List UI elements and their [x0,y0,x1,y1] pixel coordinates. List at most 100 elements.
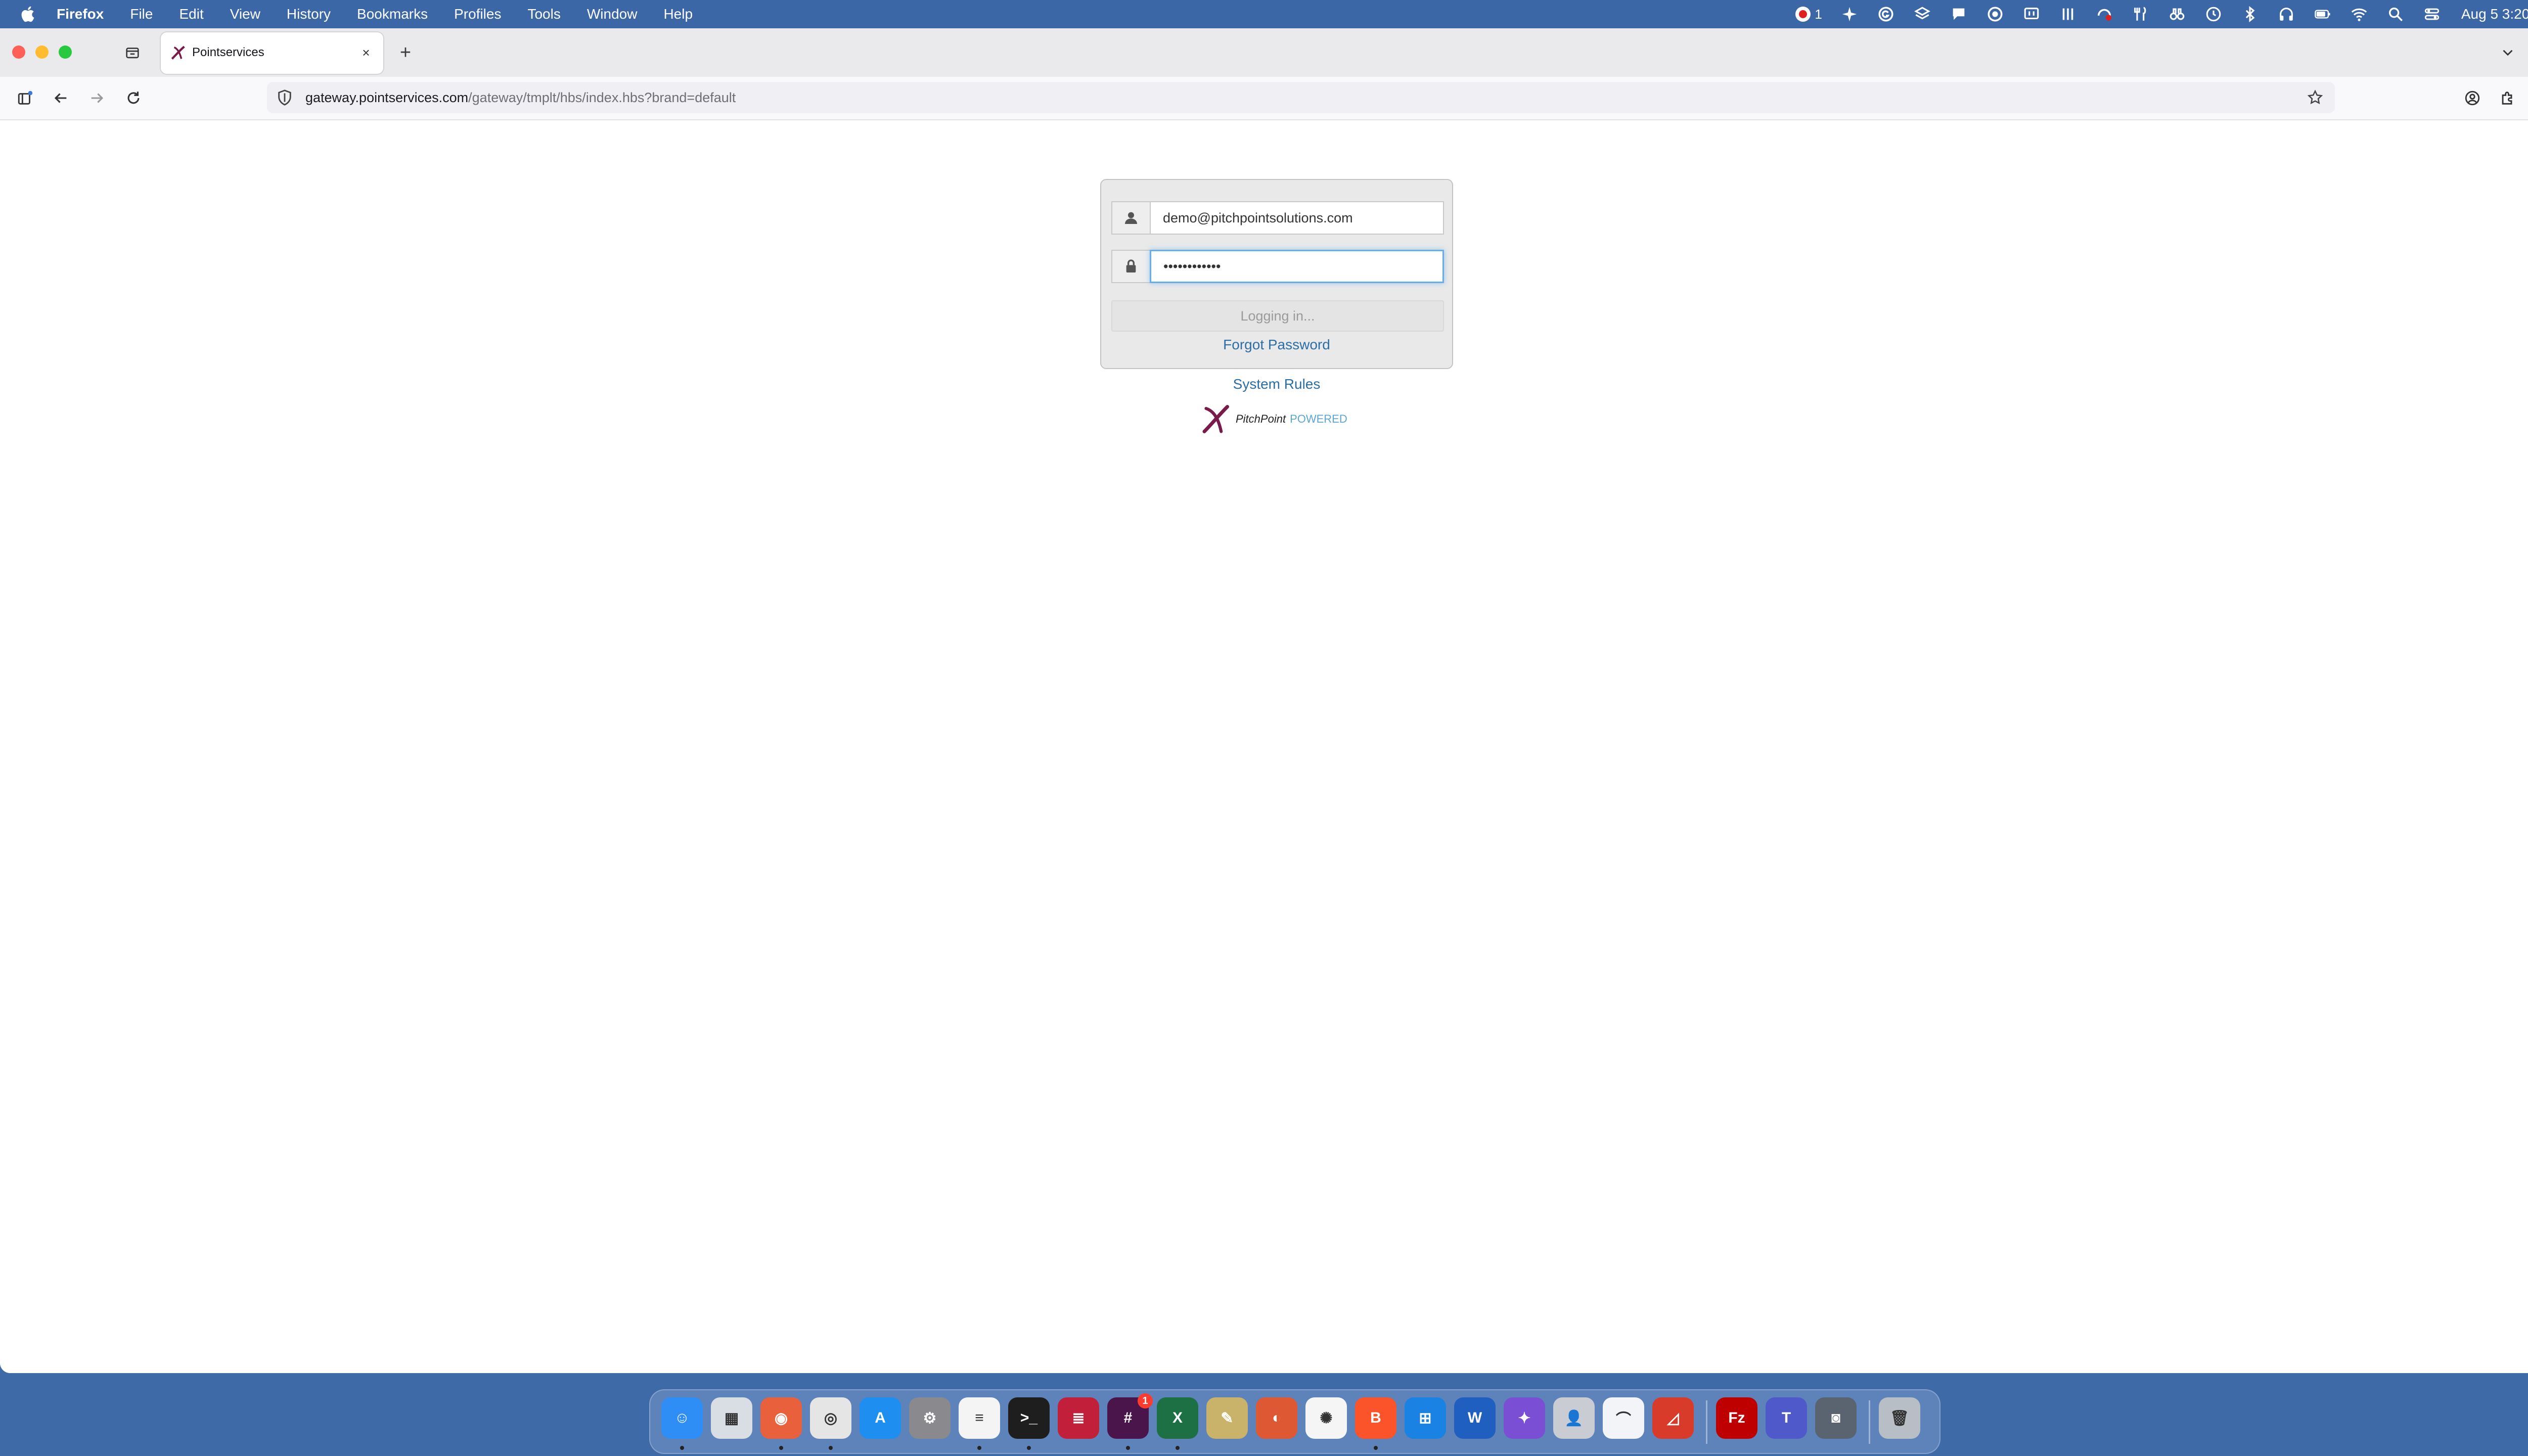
menu-bar-clock[interactable]: Aug 5 3:20:46 PM [2461,6,2528,22]
tab-title: Pointservices [192,46,264,59]
windows-app-icon[interactable]: ⊞ [1405,1397,1446,1439]
layers-icon[interactable] [1913,5,1931,23]
running-indicator [680,1446,684,1450]
extensions-puzzle-icon[interactable] [2496,86,2520,110]
notification-badge: 1 [1138,1393,1153,1408]
window-minimize-button[interactable] [35,46,49,59]
disk-utility-icon[interactable]: ◙ [1815,1397,1857,1439]
menu-window[interactable]: Window [587,6,638,22]
slack-icon[interactable]: #1 [1107,1393,1153,1439]
brave-icon[interactable]: B [1355,1397,1396,1439]
running-indicator [977,1446,981,1450]
window-close-button[interactable] [12,46,25,59]
password-field-group [1111,250,1444,283]
grammarly-icon[interactable] [1877,5,1895,23]
launchpad-icon[interactable]: ▦ [711,1397,752,1439]
fork-knife-icon[interactable] [2132,5,2150,23]
password-field[interactable] [1150,250,1444,283]
app-store-icon[interactable]: A [860,1397,901,1439]
user-icon [1111,201,1150,235]
notes-icon[interactable]: ≡ [959,1397,1000,1439]
chrome-icon[interactable]: ◎ [810,1397,851,1439]
url-host: gateway.pointservices.com [305,90,469,105]
duckduckgo-icon[interactable]: ◐ [1256,1397,1297,1439]
menu-help[interactable]: Help [663,6,693,22]
database-icon[interactable]: ≣ [1058,1397,1099,1439]
recording-count: 1 [1815,6,1822,22]
system-settings-icon[interactable]: ⚙ [909,1397,951,1439]
url-text[interactable]: gateway.pointservices.com/gateway/tmplt/… [305,90,736,106]
dock: ☺ ▦ ◉ ◎ A ⚙ ≡ >_ ≣ #1 X ✎ ◐ ✺ B ⊞ W ✦ 👤 ⌒ ◿ Fz T ◙ 🗑 [649,1389,1940,1454]
pitchpoint-powered-logo: PitchPoint POWERED [1197,401,1347,437]
wifi-icon[interactable] [2350,5,2368,23]
forward-arrow-icon[interactable] [85,86,109,110]
target-circle-icon[interactable] [1986,5,2004,23]
sidebar-toggle-icon[interactable] [13,86,37,110]
pitchpoint-logo-icon [1202,405,1229,433]
menu-profiles[interactable]: Profiles [454,6,501,22]
tab-pointservices[interactable]: Pointservices × [161,32,383,74]
nordvpn-icon[interactable]: ⌒ [1603,1397,1644,1439]
chatgpt-icon[interactable]: ✺ [1305,1397,1347,1439]
email-field[interactable] [1150,201,1444,235]
script-editor-icon[interactable]: ✎ [1206,1397,1248,1439]
navigation-toolbar: gateway.pointservices.com/gateway/tmplt/… [0,77,2528,120]
headphones-icon[interactable] [2277,5,2295,23]
bookmark-star-icon[interactable] [2307,89,2324,106]
back-arrow-icon[interactable] [49,86,73,110]
reload-icon[interactable] [121,86,146,110]
window-zoom-button[interactable] [59,46,72,59]
list-all-tabs-icon[interactable] [2496,40,2520,65]
new-tab-button[interactable]: + [393,40,418,65]
contacts-icon[interactable]: 👤 [1553,1397,1595,1439]
word-icon[interactable]: W [1454,1397,1496,1439]
forgot-password-link[interactable]: Forgot Password [1101,337,1452,353]
filezilla-icon[interactable]: Fz [1716,1397,1757,1439]
excel-icon[interactable]: X [1157,1397,1198,1439]
running-indicator [1126,1446,1130,1450]
menu-tools[interactable]: Tools [527,6,560,22]
menu-file[interactable]: File [130,6,153,22]
tab-overview-icon[interactable] [120,40,145,65]
system-rules-link[interactable]: System Rules [1100,376,1453,392]
dock-separator [1869,1400,1870,1444]
trash-icon[interactable]: 🗑 [1879,1397,1920,1439]
screen-recording-indicator[interactable]: 1 [1795,7,1822,22]
record-icon [1795,7,1811,22]
display-icon[interactable] [2022,5,2041,23]
spotlight-search-icon[interactable] [2386,5,2405,23]
time-machine-icon[interactable] [2204,5,2223,23]
running-indicator [1027,1446,1031,1450]
finder-icon[interactable]: ☺ [661,1397,703,1439]
binoculars-icon[interactable] [2168,5,2186,23]
battery-icon[interactable] [2314,5,2332,23]
equalizer-icon[interactable] [2059,5,2077,23]
lock-icon [1111,250,1150,283]
pdf-app-icon[interactable]: ◿ [1652,1397,1694,1439]
menu-edit[interactable]: Edit [179,6,203,22]
page-content: Logging in... Forgot Password System Rul… [0,120,2528,1373]
account-icon[interactable] [2460,86,2485,110]
running-indicator [779,1446,783,1450]
vpn-status-icon[interactable] [2095,5,2113,23]
apple-logo-icon[interactable] [18,4,38,24]
menu-bookmarks[interactable]: Bookmarks [357,6,428,22]
tab-close-icon[interactable]: × [357,43,375,62]
login-button[interactable]: Logging in... [1111,300,1444,332]
terminal-icon[interactable]: >_ [1008,1397,1050,1439]
teams-icon[interactable]: T [1766,1397,1807,1439]
sparkle-icon[interactable] [1840,5,1859,23]
chat-bubble-icon[interactable] [1950,5,1968,23]
menu-view[interactable]: View [230,6,260,22]
firefox-icon[interactable]: ◉ [760,1397,802,1439]
menu-app-name[interactable]: Firefox [57,6,104,22]
dock-separator [1706,1400,1707,1444]
status-area: 1 Aug 5 3:20:46 PM [1795,0,2528,28]
control-center-icon[interactable] [2423,5,2441,23]
cursor-app-icon[interactable]: ✦ [1504,1397,1545,1439]
tracking-protection-shield-icon[interactable] [276,89,293,106]
address-bar[interactable]: gateway.pointservices.com/gateway/tmplt/… [267,82,2335,113]
bluetooth-icon[interactable] [2241,5,2259,23]
menu-history[interactable]: History [287,6,331,22]
login-panel: Logging in... Forgot Password [1100,179,1453,369]
